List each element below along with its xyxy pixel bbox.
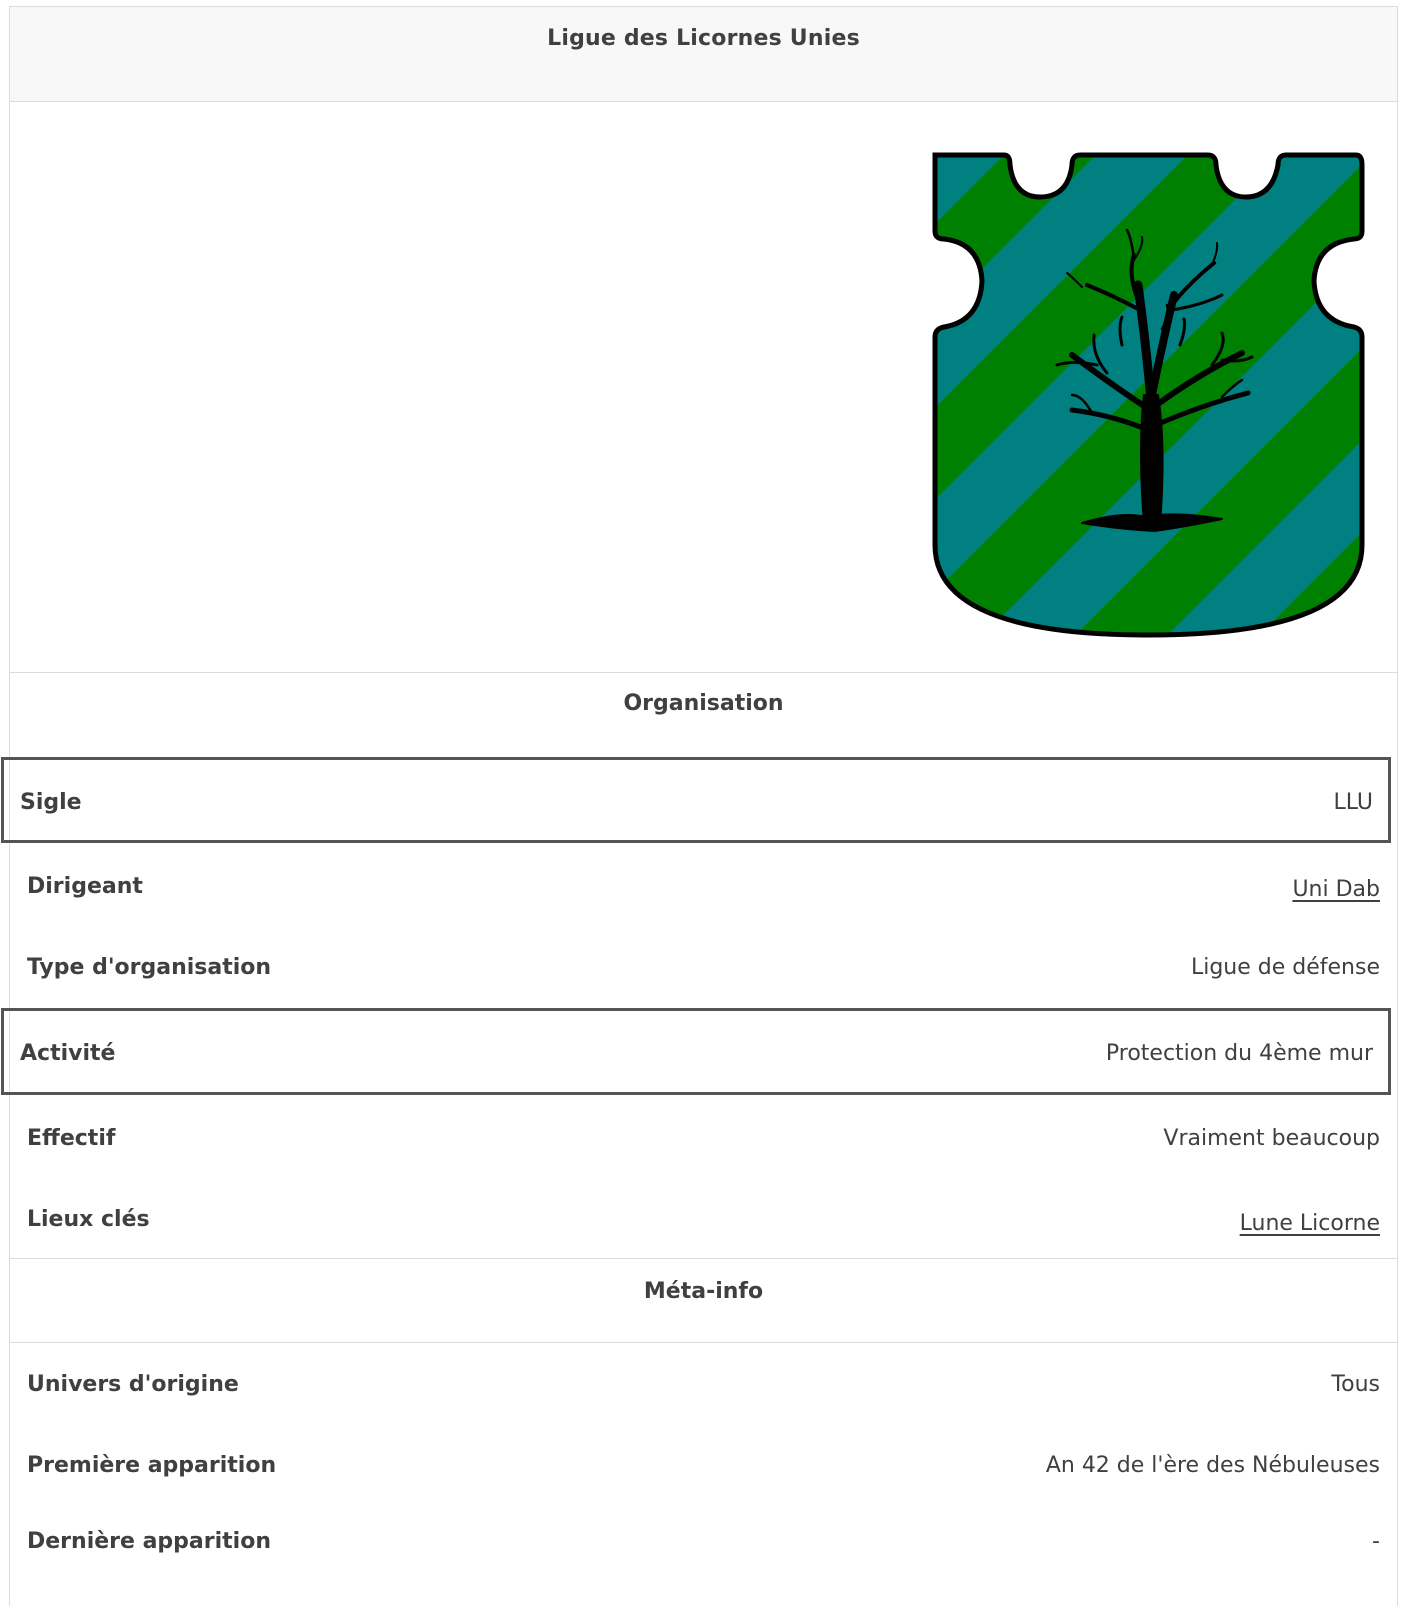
link-lieux[interactable]: Lune Licorne [1240, 1211, 1380, 1236]
row-value: - [1372, 1529, 1380, 1554]
row-value: Ligue de défense [1190, 955, 1380, 980]
row-type: Type d'organisation Ligue de défense [10, 925, 1397, 1008]
row-value: Tous [1331, 1372, 1380, 1397]
row-label: Première apparition [27, 1453, 277, 1478]
row-value: Protection du 4ème mur [1105, 1041, 1373, 1066]
row-effectif: Effectif Vraiment beaucoup [10, 1095, 1397, 1176]
link-dirigeant[interactable]: Uni Dab [1292, 877, 1380, 902]
row-value: Vraiment beaucoup [1163, 1126, 1380, 1151]
infobox-title: Ligue des Licornes Unies [10, 7, 1397, 102]
section-header-organisation: Organisation [623, 691, 784, 716]
row-label: Activité [20, 1041, 116, 1066]
row-label: Lieux clés [27, 1207, 150, 1232]
row-lieux: Lieux clés Lune Licorne [10, 1176, 1397, 1258]
shield-crest-tree-icon [922, 145, 1366, 641]
section-header-meta: Méta-info [10, 1258, 1397, 1343]
row-value: An 42 de l'ère des Nébuleuses [1045, 1453, 1380, 1478]
row-label: Sigle [20, 790, 82, 815]
row-derniere: Dernière apparition - [10, 1504, 1397, 1584]
row-label: Dirigeant [27, 874, 143, 899]
image-area [10, 102, 1397, 673]
row-univers: Univers d'origine Tous [10, 1343, 1397, 1424]
row-sigle: Sigle LLU [1, 757, 1391, 843]
row-dirigeant: Dirigeant Uni Dab [10, 843, 1397, 925]
row-label: Univers d'origine [27, 1372, 239, 1397]
row-label: Dernière apparition [27, 1529, 271, 1554]
row-activite: Activité Protection du 4ème mur [1, 1008, 1391, 1095]
row-premiere: Première apparition An 42 de l'ère des N… [10, 1424, 1397, 1504]
infobox: Ligue des Licornes Unies Organisation Si… [1, 6, 1398, 1606]
row-label: Effectif [27, 1126, 116, 1151]
row-value: LLU [1333, 790, 1373, 815]
row-label: Type d'organisation [27, 955, 272, 980]
